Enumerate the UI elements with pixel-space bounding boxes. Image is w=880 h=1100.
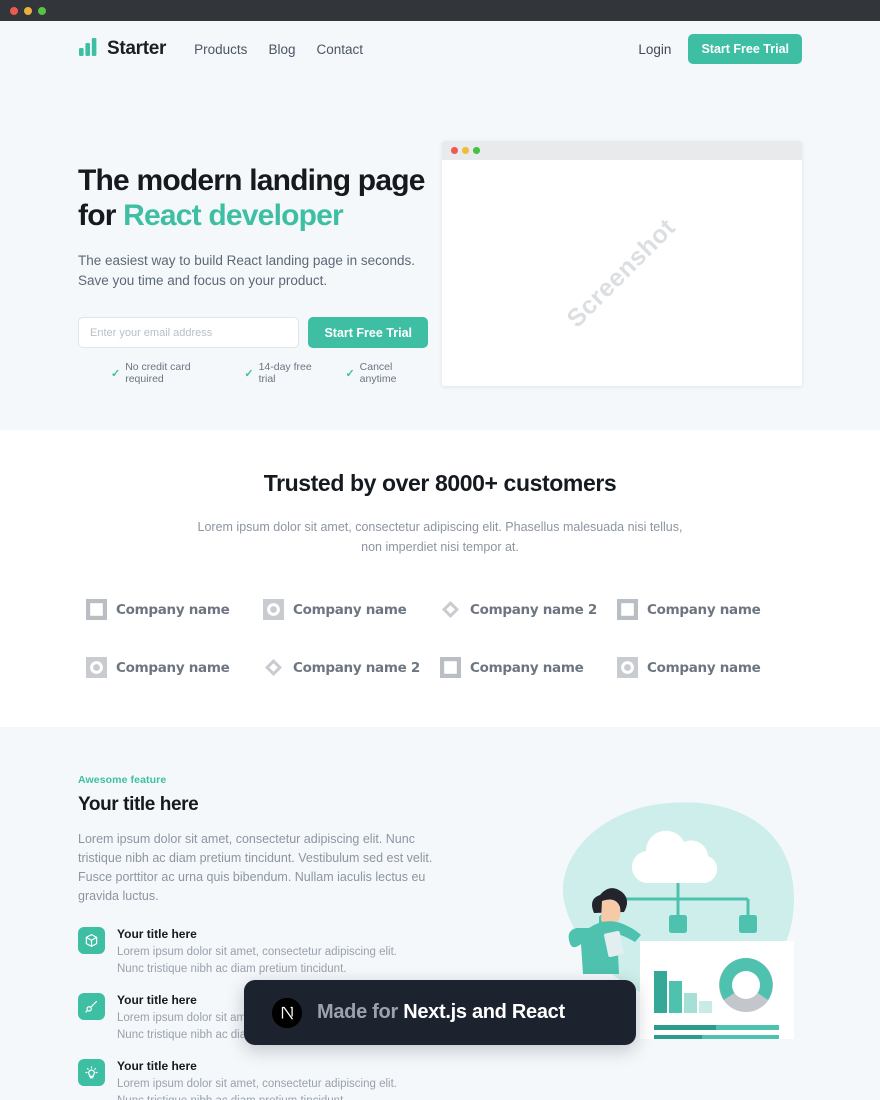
check-label: Cancel anytime [359, 361, 397, 385]
check-item-cancel-anytime: ✓ Cancel anytime [345, 361, 428, 385]
brand-logo[interactable]: Starter [78, 37, 166, 62]
square-logo-icon [440, 657, 461, 678]
list-item: Company name [617, 599, 794, 620]
hero-signup-form: Start Free Trial [78, 317, 428, 348]
hero-title-line2-prefix: for [78, 199, 124, 232]
window-close-button[interactable] [10, 6, 18, 15]
features-description: Lorem ipsum dolor sit amet, consectetur … [78, 832, 433, 903]
feature-description: Lorem ipsum dolor sit amet, consectetur … [117, 1078, 397, 1100]
nav-link-contact[interactable]: Contact [316, 42, 363, 57]
logo-label: Company name 2 [470, 601, 597, 618]
hero-title-accent: React developer [123, 199, 344, 232]
check-item-no-credit-card: ✓ No credit card required [111, 361, 226, 385]
made-for-nextjs-banner: Made for Next.js and React [244, 980, 636, 1045]
bar-chart-logo-icon [78, 37, 100, 62]
paintbrush-icon [78, 993, 105, 1020]
window-minimize-button[interactable] [24, 6, 32, 15]
logo-label: Company name [116, 659, 230, 676]
nextjs-logo-icon [272, 997, 302, 1028]
email-input[interactable] [78, 317, 300, 348]
check-icon: ✓ [244, 367, 254, 380]
login-link[interactable]: Login [638, 42, 671, 57]
check-label: No credit card required [125, 361, 191, 385]
list-item: Company name [617, 657, 794, 678]
diamond-logo-icon [440, 599, 461, 620]
nav-right-group: Login Start Free Trial [638, 34, 802, 64]
hero-start-free-trial-button[interactable]: Start Free Trial [308, 317, 428, 348]
feature-title: Your title here [117, 1059, 197, 1073]
banner-text-bright: Next.js and React [403, 1001, 565, 1023]
trusted-title: Trusted by over 8000+ customers [263, 470, 617, 496]
mockup-minimize-dot [462, 147, 469, 154]
list-item: Company name [86, 657, 263, 678]
check-icon: ✓ [111, 367, 121, 380]
mockup-title-bar [442, 141, 802, 160]
hero-section: Starter Products Blog Contact Login Star… [0, 21, 880, 430]
lightbulb-icon [78, 1059, 105, 1086]
logo-label: Company name [647, 659, 761, 676]
hero-copy: The modern landing page for React develo… [78, 141, 428, 386]
trusted-subtitle: Lorem ipsum dolor sit amet, consectetur … [197, 520, 683, 554]
nav-link-products[interactable]: Products [194, 42, 247, 57]
hero-subtitle-line2: Save you time and focus on your product. [78, 273, 328, 288]
logo-label: Company name [293, 601, 407, 618]
diamond-logo-icon [263, 657, 284, 678]
feature-text: Your title here Lorem ipsum dolor sit am… [117, 1059, 409, 1100]
window-chrome [0, 0, 880, 21]
hero-check-list: ✓ No credit card required ✓ 14-day free … [78, 361, 428, 385]
logo-label: Company name [647, 601, 761, 618]
features-title: Your title here [78, 794, 199, 815]
banner-text: Made for Next.js and React [317, 1001, 565, 1024]
trusted-section: Trusted by over 8000+ customers Lorem ip… [0, 430, 880, 727]
check-item-free-trial: ✓ 14-day free trial [244, 361, 327, 385]
feature-title: Your title here [117, 927, 197, 941]
browser-mockup: Screenshot [442, 141, 802, 386]
hero-title: The modern landing page for React develo… [78, 163, 428, 233]
list-item: Company name [86, 599, 263, 620]
mockup-maximize-dot [473, 147, 480, 154]
feature-text: Your title here Lorem ipsum dolor sit am… [117, 927, 409, 978]
nav-link-blog[interactable]: Blog [268, 42, 295, 57]
brand-name: Starter [107, 38, 167, 59]
nav-start-free-trial-button[interactable]: Start Free Trial [688, 34, 802, 64]
nav-links: Products Blog Contact [194, 42, 363, 57]
check-icon: ✓ [345, 367, 355, 380]
navbar: Starter Products Blog Contact Login Star… [0, 21, 880, 77]
landing-page-screenshot: Starter Products Blog Contact Login Star… [0, 0, 880, 1100]
circle-logo-icon [86, 657, 107, 678]
square-logo-icon [86, 599, 107, 620]
logo-label: Company name [470, 659, 584, 676]
list-item: Your title here Lorem ipsum dolor sit am… [78, 1059, 444, 1100]
mockup-watermark: Screenshot [561, 212, 682, 333]
window-maximize-button[interactable] [38, 6, 46, 15]
mockup-close-dot [451, 147, 458, 154]
logo-label: Company name 2 [293, 659, 420, 676]
features-eyebrow: Awesome feature [78, 774, 167, 786]
features-copy: Awesome feature Your title here Lorem ip… [78, 774, 444, 1100]
list-item: Company name 2 [440, 599, 617, 620]
customer-logo-grid: Company name Company name Company name 2… [0, 599, 880, 678]
hero-body: The modern landing page for React develo… [0, 77, 880, 386]
list-item: Company name [440, 657, 617, 678]
list-item: Company name [263, 599, 440, 620]
list-item: Your title here Lorem ipsum dolor sit am… [78, 927, 444, 978]
cube-icon [78, 927, 105, 954]
feature-description: Lorem ipsum dolor sit amet, consectetur … [117, 946, 397, 975]
circle-logo-icon [617, 657, 638, 678]
hero-title-line1: The modern landing page [78, 164, 425, 197]
mockup-body: Screenshot [442, 160, 802, 386]
square-logo-icon [617, 599, 638, 620]
check-label: 14-day free trial [258, 361, 312, 385]
banner-text-muted: Made for [317, 1001, 404, 1023]
hero-subtitle-line1: The easiest way to build React landing p… [78, 253, 415, 268]
circle-logo-icon [263, 599, 284, 620]
list-item: Company name 2 [263, 657, 440, 678]
logo-label: Company name [116, 601, 230, 618]
hero-subtitle: The easiest way to build React landing p… [78, 251, 428, 291]
